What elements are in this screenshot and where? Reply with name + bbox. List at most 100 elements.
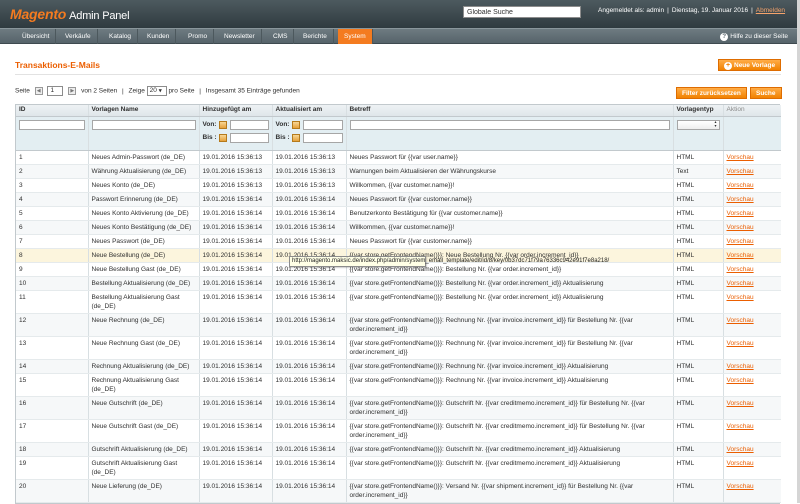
preview-link[interactable]: Vorschau [723,276,781,291]
preview-link[interactable]: Vorschau [723,220,781,235]
added-to-input[interactable] [229,132,269,143]
filter-type-select[interactable] [676,119,720,130]
updated-to-input[interactable] [302,132,343,143]
cell-id: 12 [16,313,89,337]
column-header-id[interactable]: ID [16,105,89,117]
nav-item-sales[interactable]: Verkäufe [59,29,98,44]
filter-name-input[interactable] [91,119,196,130]
search-button[interactable]: Suche [750,87,782,99]
preview-link[interactable]: Vorschau [723,290,781,314]
table-row[interactable]: 13 Neue Rechnung Gast (de_DE) 19.01.2016 1… [16,336,781,360]
table-row[interactable]: 12 Neue Rechnung (de_DE) 19.01.2016 15:36:… [16,313,781,337]
preview-link[interactable]: Vorschau [723,178,781,193]
column-header-added[interactable]: Hinzugefügt am [199,105,273,117]
table-row[interactable]: 5 Neues Konto Aktivierung (de_DE) 19.01.20… [16,206,781,221]
per-page-select[interactable]: 20 ▾ [146,86,167,96]
page-label: Seite [15,87,30,95]
cell-added: 19.01.2016 15:36:14 [199,276,273,291]
nav-item-newsletter[interactable]: Newsletter [218,29,262,44]
next-page-icon[interactable]: ▶ [68,87,77,95]
updated-from-input[interactable] [302,119,343,130]
new-template-button[interactable]: + Neue Vorlage [718,59,782,71]
filter-subject-input[interactable] [349,119,670,130]
preview-link[interactable]: Vorschau [723,479,781,503]
preview-link[interactable]: Vorschau [723,164,781,179]
preview-link[interactable]: Vorschau [723,456,781,480]
cell-id: 1 [16,150,89,165]
column-header-updated[interactable]: Aktualisiert am [272,105,347,117]
preview-link[interactable]: Vorschau [723,419,781,443]
table-row[interactable]: 18 Gutschrift Aktualisierung (de_DE) 19.01… [16,442,781,457]
cell-updated: 19.01.2016 15:36:14 [272,396,347,420]
cell-id: 20 [16,479,89,503]
preview-link[interactable]: Vorschau [723,442,781,457]
title-divider [15,74,781,75]
table-row[interactable]: 11 Bestellung Aktualisierung Gast (de_DE)… [16,290,781,314]
nav-item-dashboard[interactable]: Übersicht [16,29,57,44]
table-row[interactable]: 4 Passwort Erinnerung (de_DE) 19.01.2016 1… [16,192,781,207]
preview-link[interactable]: Vorschau [723,336,781,360]
cell-updated: 19.01.2016 15:36:14 [272,419,347,443]
cell-added: 19.01.2016 15:36:14 [199,206,273,221]
reset-filter-button[interactable]: Filter zurücksetzen [676,87,747,99]
cell-updated: 19.01.2016 15:36:14 [272,290,347,314]
table-row[interactable]: 10 Bestellung Aktualisierung (de_DE) 19.01… [16,276,781,291]
calendar-icon[interactable] [218,133,227,142]
preview-link[interactable]: Vorschau [723,396,781,420]
prev-page-icon[interactable]: ◀ [34,87,43,95]
cell-subject: {{var store.getFrontendName()}}: Gutschr… [346,419,674,443]
cell-subject: {{var store.getFrontendName()}}: Bestell… [346,290,674,314]
nav-item-system[interactable]: System [338,29,373,44]
filter-id-input[interactable] [19,119,85,130]
table-row[interactable]: 19 Gutschrift Aktualisierung Gast (de_DE)… [16,456,781,480]
column-header-subject[interactable]: Betreff [346,105,674,117]
logout-link[interactable]: Abmelden [756,7,785,14]
table-row[interactable]: 14 Rechnung Aktualisierung (de_DE) 19.01.2… [16,359,781,374]
nav-item-promo[interactable]: Promo [182,29,215,44]
preview-link[interactable]: Vorschau [723,359,781,374]
cell-template-name: Bestellung Aktualisierung (de_DE) [88,276,200,291]
cell-added: 19.01.2016 15:36:14 [199,336,273,360]
table-row[interactable]: 20 Neue Lieferung (de_DE) 19.01.2016 15:36… [16,479,781,503]
table-row[interactable]: 15 Rechnung Aktualisierung Gast (de_DE) 19… [16,373,781,397]
nav-item-cms[interactable]: CMS [267,29,295,44]
preview-link[interactable]: Vorschau [723,313,781,337]
nav-item-reports[interactable]: Berichte [297,29,334,44]
added-to-label: Bis : [202,134,217,141]
preview-link[interactable]: Vorschau [723,248,781,263]
calendar-icon[interactable] [291,120,300,129]
column-header-type[interactable]: Vorlagentyp [673,105,724,117]
cell-type: HTML [673,373,724,397]
nav-item-catalog[interactable]: Katalog [103,29,139,44]
calendar-icon[interactable] [291,133,300,142]
cell-added: 19.01.2016 15:36:14 [199,456,273,480]
table-row[interactable]: 3 Neues Konto (de_DE) 19.01.2016 15:36:13 1… [16,178,781,193]
page-number-input[interactable]: 1 [47,86,64,96]
added-from-input[interactable] [229,119,269,130]
preview-link[interactable]: Vorschau [723,206,781,221]
calendar-icon[interactable] [218,120,227,129]
column-header-name[interactable]: Vorlagen Name [88,105,200,117]
cell-updated: 19.01.2016 15:36:14 [272,479,347,503]
nav-item-customers[interactable]: Kunden [141,29,177,44]
cell-subject: {{var store.getFrontendName()}}: Gutschr… [346,396,674,420]
table-row[interactable]: 7 Neues Passwort (de_DE) 19.01.2016 15:36:… [16,234,781,249]
table-row[interactable]: 16 Neue Gutschrift (de_DE) 19.01.2016 15:3… [16,396,781,420]
cell-template-name: Neues Admin-Passwort (de_DE) [88,150,200,165]
preview-link[interactable]: Vorschau [723,262,781,277]
preview-link[interactable]: Vorschau [723,234,781,249]
table-row[interactable]: 2 Währung Aktualisierung (de_DE) 19.01.201… [16,164,781,179]
preview-link[interactable]: Vorschau [723,192,781,207]
preview-link[interactable]: Vorschau [723,373,781,397]
preview-link[interactable]: Vorschau [723,150,781,165]
cell-template-name: Gutschrift Aktualisierung Gast (de_DE) [88,456,200,480]
global-search-input[interactable] [463,6,581,18]
table-row[interactable]: 1 Neues Admin-Passwort (de_DE) 19.01.2016 … [16,150,781,165]
cell-subject: {{var store.getFrontendName()}}: Rechnun… [346,336,674,360]
magento-logo[interactable]: Magento Admin Panel [10,6,130,22]
records-total: Insgesamt 35 Einträge gefunden [205,87,300,95]
table-row[interactable]: 17 Neue Gutschrift Gast (de_DE) 19.01.2016… [16,419,781,443]
cell-added: 19.01.2016 15:36:14 [199,192,273,207]
table-row[interactable]: 6 Neues Konto Bestätigung (de_DE) 19.01.20… [16,220,781,235]
help-link[interactable]: ? Hilfe zu dieser Seite [720,29,788,44]
